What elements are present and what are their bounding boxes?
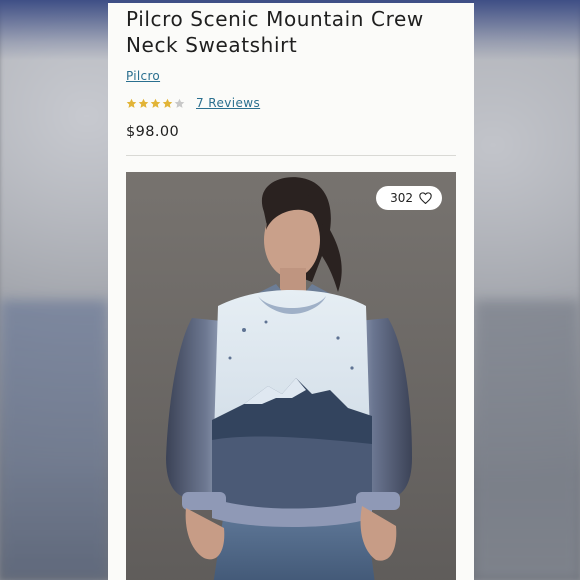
product-photo: [126, 172, 456, 580]
divider: [126, 155, 456, 156]
likes-count: 302: [390, 191, 413, 205]
product-title: Pilcro Scenic Mountain Crew Neck Sweatsh…: [126, 6, 456, 58]
star-rating[interactable]: [126, 98, 185, 109]
product-info: Pilcro Scenic Mountain Crew Neck Sweatsh…: [126, 6, 456, 156]
product-page: Pilcro Scenic Mountain Crew Neck Sweatsh…: [108, 0, 474, 580]
reviews-link[interactable]: 7 Reviews: [196, 96, 260, 110]
product-price: $98.00: [126, 124, 180, 140]
product-title-line1: Pilcro Scenic Mountain Crew: [126, 7, 424, 31]
star-icon-2: [138, 98, 149, 108]
product-title-line2: Neck Sweatshirt: [126, 33, 298, 57]
product-image[interactable]: 302: [126, 172, 456, 580]
blurred-background-right: [474, 300, 580, 580]
brand-link[interactable]: Pilcro: [126, 69, 160, 83]
header-accent-bar: [108, 0, 474, 3]
star-icon-5: [174, 98, 185, 108]
rating-row: 7 Reviews: [126, 95, 456, 111]
star-icon-4: [162, 98, 173, 108]
blurred-background-left: [0, 300, 108, 580]
likes-badge[interactable]: 302: [376, 186, 442, 210]
star-icon-3: [150, 98, 161, 108]
heart-icon: [419, 192, 432, 204]
star-icon-1: [126, 98, 137, 108]
